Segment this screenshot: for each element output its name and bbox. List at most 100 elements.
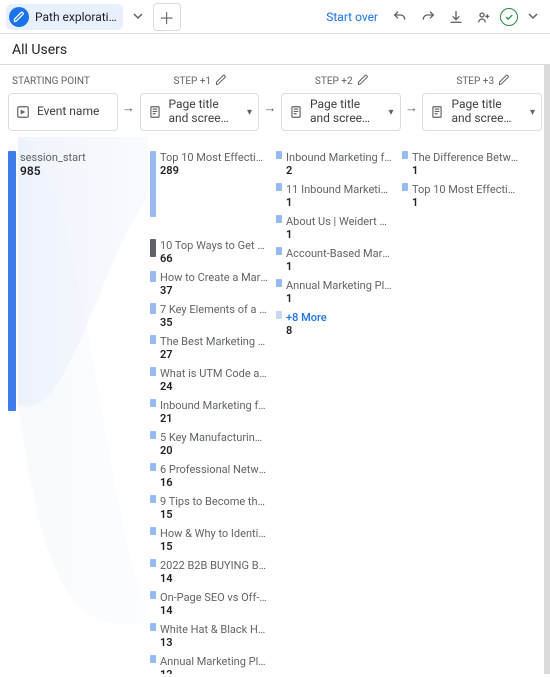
node-title: Inbound Marketing for …: [286, 151, 394, 164]
chevron-right-icon: →: [264, 100, 277, 116]
node-value: 66: [160, 252, 268, 265]
tab-name: Path explorati…: [35, 10, 117, 24]
step-1-col: STEP +1 Page title and scree… ▾: [140, 73, 260, 131]
node-title: Annual Marketing Plan …: [160, 655, 268, 668]
path-node[interactable]: Annual Marketing Plan …1: [276, 279, 396, 305]
share-icon[interactable]: [472, 5, 496, 29]
pencil-icon[interactable]: [357, 74, 371, 88]
status-dropdown[interactable]: [522, 6, 544, 28]
path-canvas: STARTING POINT Event name → STEP +1: [0, 65, 550, 674]
node-bar: [150, 655, 156, 663]
node-title: Top 10 Most Effective …: [412, 183, 520, 196]
node-bar: [150, 271, 156, 282]
step-2-nodes: Inbound Marketing for …211 Inbound Marke…: [276, 151, 396, 343]
node-title: The Best Marketing Bu…: [160, 335, 268, 348]
add-tab-button[interactable]: ＋: [153, 3, 181, 31]
node-bar: [150, 591, 156, 599]
node-title: On-Page SEO vs Off-P…: [160, 591, 268, 604]
node-bar: [150, 431, 156, 439]
node-bar: [276, 151, 282, 159]
node-value: 1: [286, 196, 394, 209]
pencil-icon[interactable]: [215, 74, 229, 88]
node-value: 14: [160, 572, 268, 585]
node-value: 15: [160, 508, 268, 521]
start-over-button[interactable]: Start over: [320, 6, 384, 28]
path-node[interactable]: 10 Top Ways to Get M…66: [150, 239, 270, 265]
step-3-label-row: STEP +3: [422, 73, 542, 89]
path-node[interactable]: 11 Inbound Marketing …1: [276, 183, 396, 209]
node-title: 9 Tips to Become the …: [160, 495, 268, 508]
path-node[interactable]: Top 10 Most Effective …289: [150, 151, 270, 217]
page-icon: [288, 104, 304, 120]
node-value: 13: [160, 636, 268, 649]
node-title: session_start: [20, 151, 86, 164]
more-node[interactable]: +8 More8: [276, 311, 396, 337]
tab-path-exploration[interactable]: Path explorati…: [6, 4, 123, 30]
node-title: Account-Based Market…: [286, 247, 394, 260]
path-node[interactable]: White Hat & Black Hat …13: [150, 623, 270, 649]
chevron-right-icon: →: [122, 100, 135, 116]
path-node[interactable]: How & Why to Identify …15: [150, 527, 270, 553]
node-value: 1: [286, 260, 394, 273]
step-1-selector[interactable]: Page title and scree… ▾: [140, 93, 260, 131]
path-node[interactable]: How to Create a Mark…37: [150, 271, 270, 297]
segment-name: All Users: [12, 42, 67, 58]
path-node[interactable]: 6 Professional Networ…16: [150, 463, 270, 489]
topbar: Path explorati… ＋ Start over: [0, 0, 550, 34]
undo-icon[interactable]: [388, 5, 412, 29]
node-title: 7 Key Elements of a Q…: [160, 303, 268, 316]
step-header-row: STARTING POINT Event name → STEP +1: [8, 73, 542, 143]
node-value: 1: [286, 292, 394, 305]
node-title: The Difference Betwee…: [412, 151, 520, 164]
step-start-col: STARTING POINT Event name: [8, 73, 118, 131]
page-icon: [147, 104, 163, 120]
path-node[interactable]: On-Page SEO vs Off-P…14: [150, 591, 270, 617]
node-bar: [276, 247, 282, 255]
chevron-down-icon: ▾: [389, 107, 394, 118]
step-start-label: STARTING POINT: [8, 73, 118, 89]
path-node[interactable]: 2022 B2B BUYING BE…14: [150, 559, 270, 585]
redo-icon[interactable]: [416, 5, 440, 29]
path-node[interactable]: Top 10 Most Effective …1: [402, 183, 522, 209]
event-icon: [15, 104, 31, 120]
path-node[interactable]: What is UTM Code an…24: [150, 367, 270, 393]
path-node[interactable]: Inbound Marketing for …2: [276, 151, 396, 177]
node-bar: [150, 623, 156, 631]
node-bar: [276, 183, 282, 191]
node-bar: [150, 399, 156, 407]
arrow-col: →: [259, 73, 281, 143]
download-icon[interactable]: [444, 5, 468, 29]
node-value: 14: [160, 604, 268, 617]
step-2-label-row: STEP +2: [281, 73, 401, 89]
segment-bar: All Users: [0, 34, 550, 65]
step-2-selector[interactable]: Page title and scree… ▾: [281, 93, 401, 131]
start-selector[interactable]: Event name: [8, 93, 118, 131]
tab-dropdown[interactable]: [127, 6, 149, 28]
page-icon: [429, 104, 445, 120]
path-node[interactable]: 5 Key Manufacturing C…20: [150, 431, 270, 457]
node-bar: [402, 183, 408, 191]
node-title: Top 10 Most Effective …: [160, 151, 268, 164]
node-value: 27: [160, 348, 268, 361]
path-node[interactable]: Account-Based Market…1: [276, 247, 396, 273]
pencil-icon[interactable]: [498, 74, 512, 88]
path-node[interactable]: About Us | Weidert Gro…1: [276, 215, 396, 241]
node-value: 15: [160, 540, 268, 553]
scrollbar[interactable]: [544, 65, 550, 674]
path-node[interactable]: Annual Marketing Plan …12: [150, 655, 270, 674]
path-node[interactable]: The Difference Betwee…1: [402, 151, 522, 177]
path-node[interactable]: 7 Key Elements of a Q…35: [150, 303, 270, 329]
node-bar: [276, 279, 282, 287]
start-node[interactable]: session_start 985: [8, 151, 138, 411]
node-value: 8: [286, 324, 327, 337]
path-node[interactable]: The Best Marketing Bu…27: [150, 335, 270, 361]
path-node[interactable]: Inbound Marketing for …21: [150, 399, 270, 425]
node-bar: [150, 495, 156, 503]
arrow-col: →: [401, 73, 423, 143]
step-3-selector[interactable]: Page title and scree… ▾: [422, 93, 542, 131]
path-node[interactable]: 9 Tips to Become the …15: [150, 495, 270, 521]
step-1-label-row: STEP +1: [140, 73, 260, 89]
node-title: White Hat & Black Hat …: [160, 623, 268, 636]
node-value: 985: [20, 164, 86, 178]
node-value: 2: [286, 164, 394, 177]
